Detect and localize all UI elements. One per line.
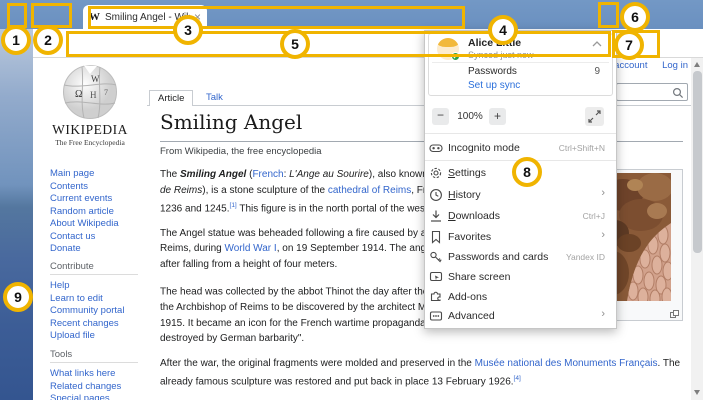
annotation-circle-7: 7 (614, 30, 644, 60)
wiki-link[interactable]: cathedral of Reims (328, 185, 411, 196)
menu-item-addons[interactable]: Add-ons (424, 287, 617, 307)
article-paragraph: After the war, the original fragments we… (160, 356, 683, 390)
wiki-search-input[interactable] (616, 83, 688, 101)
wiki-link[interactable]: Musée national des Monuments Français (475, 358, 658, 369)
wikipedia-wordmark: WIKIPEDIA (33, 122, 147, 138)
annotation-box-home (31, 3, 72, 28)
menu-item-history[interactable]: History › (424, 185, 617, 205)
login-link[interactable]: Log in (662, 60, 688, 71)
sidebar-link[interactable]: Related changes (50, 381, 145, 394)
sidebar-section-header: Contribute (50, 261, 145, 272)
sidebar-link[interactable]: Learn to edit (50, 293, 145, 306)
shortcut-text: Ctrl+J (583, 211, 605, 221)
tab-talk[interactable]: Talk (198, 90, 231, 106)
annotation-box-menu-button (598, 2, 619, 28)
menu-item-passwords-cards[interactable]: Passwords and cards Yandex ID (424, 247, 617, 267)
scrollbar-thumb[interactable] (693, 71, 702, 253)
submenu-arrow-icon: › (601, 229, 605, 241)
sidebar-link[interactable]: About Wikipedia (50, 218, 145, 231)
annotation-circle-6: 6 (620, 2, 650, 32)
menu-item-favorites[interactable]: Favorites › (424, 227, 617, 247)
sidebar-link[interactable]: What links here (50, 368, 145, 381)
sidebar-link[interactable]: Current events (50, 193, 145, 206)
annotation-circle-9: 9 (3, 282, 33, 312)
bookmark-icon (429, 230, 443, 244)
passwords-count: 9 (584, 66, 600, 77)
scroll-down-arrow[interactable] (694, 390, 700, 395)
puzzle-icon (429, 290, 443, 304)
svg-text:Ω: Ω (75, 89, 82, 100)
clock-icon (429, 188, 443, 202)
sidebar-section-header: Tools (50, 349, 145, 360)
incognito-mask-icon (429, 141, 443, 155)
reference-link[interactable]: [1] (230, 202, 237, 209)
wiki-link[interactable]: French (252, 169, 283, 180)
sidebar-link[interactable]: Upload file (50, 330, 145, 343)
annotation-circle-3: 3 (173, 15, 203, 45)
annotation-box-tabs (88, 6, 465, 29)
sidebar-contribute-section: Contribute HelpLearn to editCommunity po… (50, 261, 145, 343)
sidebar-link[interactable]: Random article (50, 206, 145, 219)
tab-article[interactable]: Article (149, 90, 193, 106)
sidebar-link[interactable]: Help (50, 280, 145, 293)
menu-item-downloads[interactable]: Downloads Ctrl+J (424, 206, 617, 226)
shortcut-text: Ctrl+Shift+N (559, 143, 605, 153)
menu-item-share-screen[interactable]: Share screen (424, 267, 617, 287)
svg-text:H: H (90, 90, 97, 100)
enlarge-icon[interactable] (670, 310, 679, 318)
zoom-in-button[interactable]: + (489, 108, 506, 125)
sidebar-link[interactable]: Contents (50, 181, 145, 194)
annotation-circle-5: 5 (280, 29, 310, 59)
sidebar-link[interactable]: Contact us (50, 231, 145, 244)
fullscreen-icon[interactable] (585, 107, 604, 126)
wiki-link[interactable]: World War I (224, 243, 276, 254)
search-icon[interactable] (672, 87, 684, 99)
more-box-icon (429, 309, 443, 323)
annotation-circle-8: 8 (512, 157, 542, 187)
reference-link[interactable]: [4] (514, 375, 521, 382)
share-screen-icon (429, 270, 443, 284)
sidebar-nav-links: Main pageContentsCurrent eventsRandom ar… (50, 168, 145, 256)
sidebar-link[interactable]: Donate (50, 243, 145, 256)
yandex-id-logo: Yandex ID (566, 252, 605, 262)
gear-icon (429, 166, 443, 180)
menu-item-advanced[interactable]: Advanced › (424, 306, 617, 326)
sidebar-link[interactable]: Recent changes (50, 318, 145, 331)
setup-sync-link[interactable]: Set up sync (468, 80, 520, 91)
wikipedia-logo[interactable]: Ω W H 7 WIKIPEDIA The Free Encyclopedia (33, 64, 147, 147)
key-icon (429, 250, 443, 264)
annotation-box-addressbar (66, 31, 611, 57)
svg-text:W: W (91, 74, 100, 84)
submenu-arrow-icon: › (601, 308, 605, 320)
yandex-sidebar-panel (0, 29, 33, 400)
sidebar-tools-section: Tools What links hereRelated changesSpec… (50, 349, 145, 400)
zoom-out-button[interactable]: − (432, 108, 449, 125)
zoom-level: 100% (455, 111, 485, 122)
submenu-arrow-icon: › (601, 187, 605, 199)
wikipedia-tagline: The Free Encyclopedia (33, 138, 147, 147)
sidebar-link[interactable]: Special pages (50, 393, 145, 400)
annotation-circle-2: 2 (33, 25, 63, 55)
scroll-up-arrow[interactable] (694, 62, 700, 67)
annotation-circle-4: 4 (488, 15, 518, 45)
sidebar-link[interactable]: Main page (50, 168, 145, 181)
wikipedia-globe-icon: Ω W H 7 (62, 64, 118, 120)
passwords-row[interactable]: Passwords (468, 66, 517, 77)
menu-item-incognito[interactable]: Incognito mode Ctrl+Shift+N (424, 138, 617, 158)
svg-text:7: 7 (104, 88, 108, 97)
annotation-circle-1: 1 (1, 25, 31, 55)
download-icon (429, 209, 443, 223)
browser-window: { "colors":{"annotation_accent":"#f0b400… (0, 0, 703, 400)
sidebar-link[interactable]: Community portal (50, 305, 145, 318)
